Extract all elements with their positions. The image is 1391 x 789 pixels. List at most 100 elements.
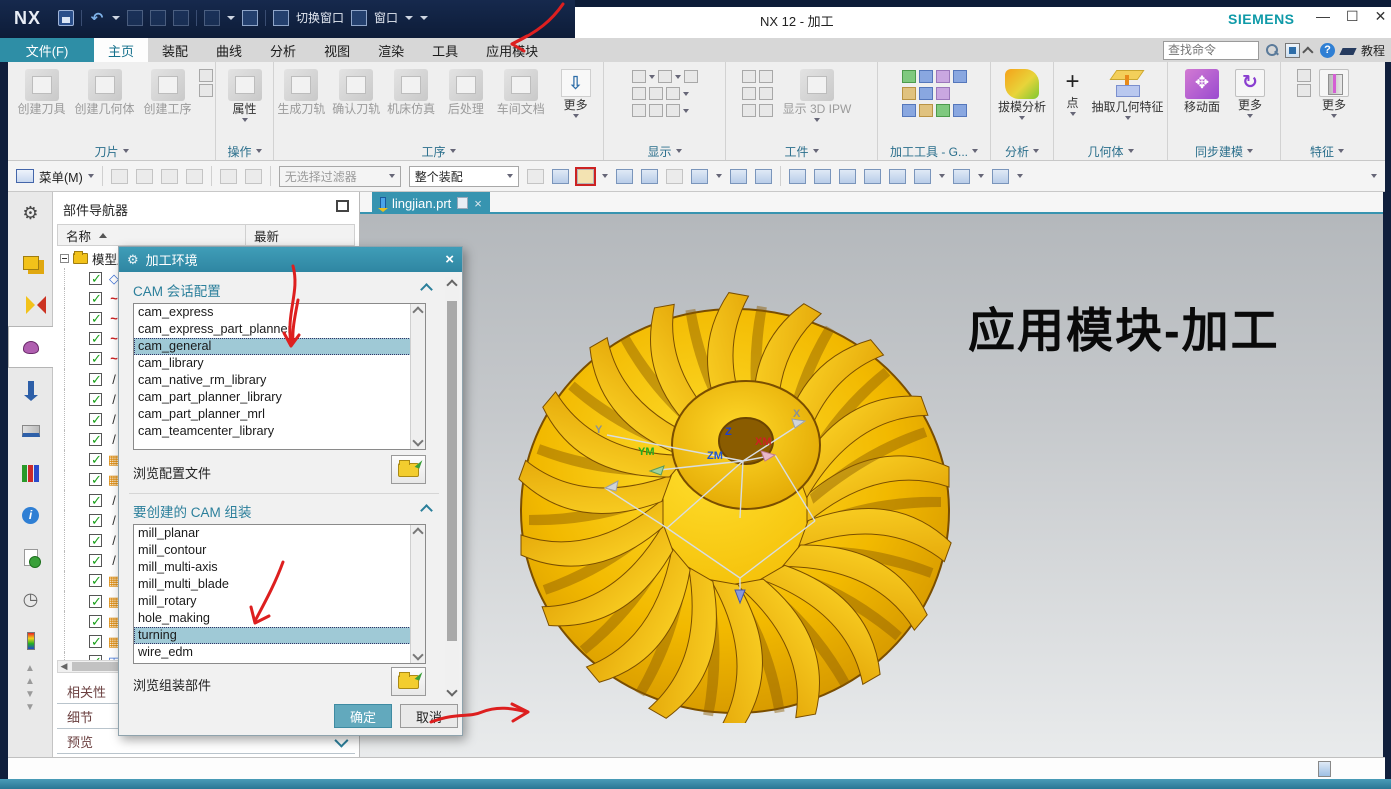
graphics-viewport[interactable]: lingjian.prt × 应用模块-加工 Y YM Z ZM XM X bbox=[360, 192, 1383, 757]
list-item[interactable]: cam_library bbox=[134, 355, 425, 372]
display-tool-icon[interactable] bbox=[665, 104, 680, 117]
toolbar-icon[interactable] bbox=[729, 168, 747, 184]
toolbar-icon[interactable] bbox=[788, 168, 806, 184]
close-tab-icon[interactable]: × bbox=[474, 196, 482, 211]
search-icon[interactable] bbox=[1265, 43, 1279, 57]
machining-tool-icon[interactable] bbox=[935, 70, 950, 83]
menu-tab[interactable]: 渲染 bbox=[364, 38, 418, 62]
cut-icon[interactable] bbox=[127, 9, 143, 26]
workpiece-tool-icon[interactable] bbox=[742, 70, 756, 83]
tab-file[interactable]: 文件(F) bbox=[0, 38, 94, 62]
list-item[interactable]: cam_teamcenter_library bbox=[134, 423, 425, 440]
workpiece-tool-icon[interactable] bbox=[759, 70, 773, 83]
collapse-icon[interactable] bbox=[60, 253, 69, 263]
display-tool-icon[interactable] bbox=[648, 87, 663, 100]
visibility-checkbox[interactable] bbox=[89, 533, 102, 549]
list-item[interactable]: mill_planar bbox=[134, 525, 425, 542]
machine-simulation-button[interactable]: 机床仿真 bbox=[384, 66, 439, 116]
list-item[interactable]: cam_part_planner_mrl bbox=[134, 406, 425, 423]
visibility-checkbox[interactable] bbox=[89, 331, 102, 347]
visibility-checkbox[interactable] bbox=[89, 493, 102, 509]
toolbar-icon[interactable] bbox=[526, 168, 544, 184]
draft-dropdown-icon[interactable] bbox=[1019, 116, 1025, 121]
small-tool-icon[interactable] bbox=[199, 69, 213, 82]
window-icon[interactable] bbox=[351, 9, 368, 26]
shop-doc-button[interactable]: 车间文档 bbox=[493, 66, 548, 116]
collapse-section-icon[interactable] bbox=[420, 283, 433, 296]
menu-tab[interactable]: 装配 bbox=[148, 38, 202, 62]
visibility-checkbox[interactable] bbox=[89, 452, 102, 468]
switch-window-label[interactable]: 切换窗口 bbox=[296, 9, 344, 26]
toolbar-icon[interactable] bbox=[754, 168, 772, 184]
group-dropdown-icon[interactable] bbox=[255, 149, 262, 153]
list-item[interactable]: cam_part_planner_library bbox=[134, 389, 425, 406]
sidebar-scroll-arrows[interactable]: ▲ ▲ ▼ ▼ bbox=[8, 662, 52, 714]
toolbar-icon[interactable] bbox=[219, 168, 237, 184]
extract-dropdown-icon[interactable] bbox=[1124, 116, 1131, 121]
visibility-checkbox[interactable] bbox=[89, 291, 102, 307]
toolbar-overflow-icon[interactable] bbox=[1371, 174, 1377, 178]
paste-icon[interactable] bbox=[173, 9, 189, 26]
sync-more-button[interactable]: ↻ 更多 bbox=[1228, 66, 1272, 119]
ok-button[interactable]: 确定 bbox=[334, 704, 392, 728]
copy-icon[interactable] bbox=[150, 9, 166, 26]
toolbar-icon[interactable] bbox=[615, 168, 633, 184]
toolbar-icon[interactable] bbox=[863, 168, 881, 184]
group-dropdown-icon[interactable] bbox=[122, 149, 129, 153]
toolbar-icon[interactable] bbox=[551, 168, 569, 184]
move-face-button[interactable]: ✥ 移动面 bbox=[1176, 66, 1228, 114]
small-tool-icon[interactable] bbox=[199, 84, 213, 97]
feature-tool-icon[interactable] bbox=[1297, 84, 1311, 97]
visibility-checkbox[interactable] bbox=[89, 372, 102, 388]
workpiece-tool-icon[interactable] bbox=[742, 104, 756, 117]
list-item[interactable]: hole_making bbox=[134, 610, 425, 627]
window-dropdown-icon[interactable] bbox=[405, 15, 414, 20]
visibility-checkbox[interactable] bbox=[89, 614, 102, 630]
list-item[interactable]: mill_multi_blade bbox=[134, 576, 425, 593]
display-tool-icon[interactable] bbox=[631, 70, 646, 83]
group-dropdown-icon[interactable] bbox=[675, 149, 682, 153]
workpiece-tool-icon[interactable] bbox=[759, 104, 773, 117]
machining-tool-icon[interactable] bbox=[952, 70, 967, 83]
session-config-list[interactable]: cam_express cam_express_part_planner cam_g… bbox=[133, 303, 426, 450]
feature-tool-icon[interactable] bbox=[1297, 69, 1311, 82]
visibility-checkbox[interactable] bbox=[89, 634, 102, 650]
minimize-ribbon-icon[interactable] bbox=[1302, 46, 1314, 58]
group-dropdown-icon[interactable] bbox=[1247, 149, 1253, 153]
display-tool-icon[interactable] bbox=[665, 87, 680, 100]
machining-tool-icon[interactable] bbox=[952, 104, 967, 117]
point-dropdown-icon[interactable] bbox=[1069, 112, 1076, 117]
draft-analysis-button[interactable]: 拔模分析 bbox=[991, 66, 1053, 121]
status-display-icon[interactable] bbox=[1318, 761, 1331, 777]
undo-dropdown-icon[interactable] bbox=[112, 15, 120, 20]
toolbar-icon[interactable] bbox=[244, 168, 262, 184]
list-item[interactable]: mill_contour bbox=[134, 542, 425, 559]
ipw-dropdown-icon[interactable] bbox=[814, 118, 820, 123]
list-item[interactable]: mill_multi-axis bbox=[134, 559, 425, 576]
save-icon[interactable] bbox=[58, 9, 74, 26]
visibility-checkbox[interactable] bbox=[89, 392, 102, 408]
group-dropdown-icon[interactable] bbox=[1127, 149, 1134, 153]
feature-more-button[interactable]: 更多 bbox=[1311, 66, 1357, 119]
menu-tab[interactable]: 视图 bbox=[310, 38, 364, 62]
more-dropdown-icon[interactable] bbox=[572, 114, 579, 119]
display-tool-icon[interactable] bbox=[631, 87, 646, 100]
visibility-checkbox[interactable] bbox=[89, 271, 102, 287]
browse-config-button[interactable] bbox=[391, 455, 426, 484]
properties-button[interactable]: 属性 bbox=[216, 66, 273, 123]
cam-assembly-list[interactable]: mill_planar mill_contour mill_multi-axis mi… bbox=[133, 524, 426, 664]
stamp-icon[interactable] bbox=[204, 9, 220, 26]
generate-toolpath-button[interactable]: 生成刀轨 bbox=[274, 66, 329, 116]
visibility-checkbox[interactable] bbox=[89, 553, 102, 569]
group-dropdown-icon[interactable] bbox=[1033, 149, 1039, 153]
group-dropdown-icon[interactable] bbox=[449, 149, 456, 153]
toolbar-icon[interactable] bbox=[813, 168, 831, 184]
column-name[interactable]: 名称 bbox=[58, 225, 246, 245]
library-button[interactable] bbox=[8, 452, 53, 494]
assembly-navigator-button[interactable] bbox=[8, 242, 53, 284]
machining-tool-icon[interactable] bbox=[901, 104, 916, 117]
group-dropdown-icon[interactable] bbox=[812, 149, 819, 153]
column-latest[interactable]: 最新 bbox=[246, 226, 279, 245]
minimize-button[interactable]: — bbox=[1316, 8, 1330, 25]
properties-dropdown-icon[interactable] bbox=[241, 118, 248, 123]
